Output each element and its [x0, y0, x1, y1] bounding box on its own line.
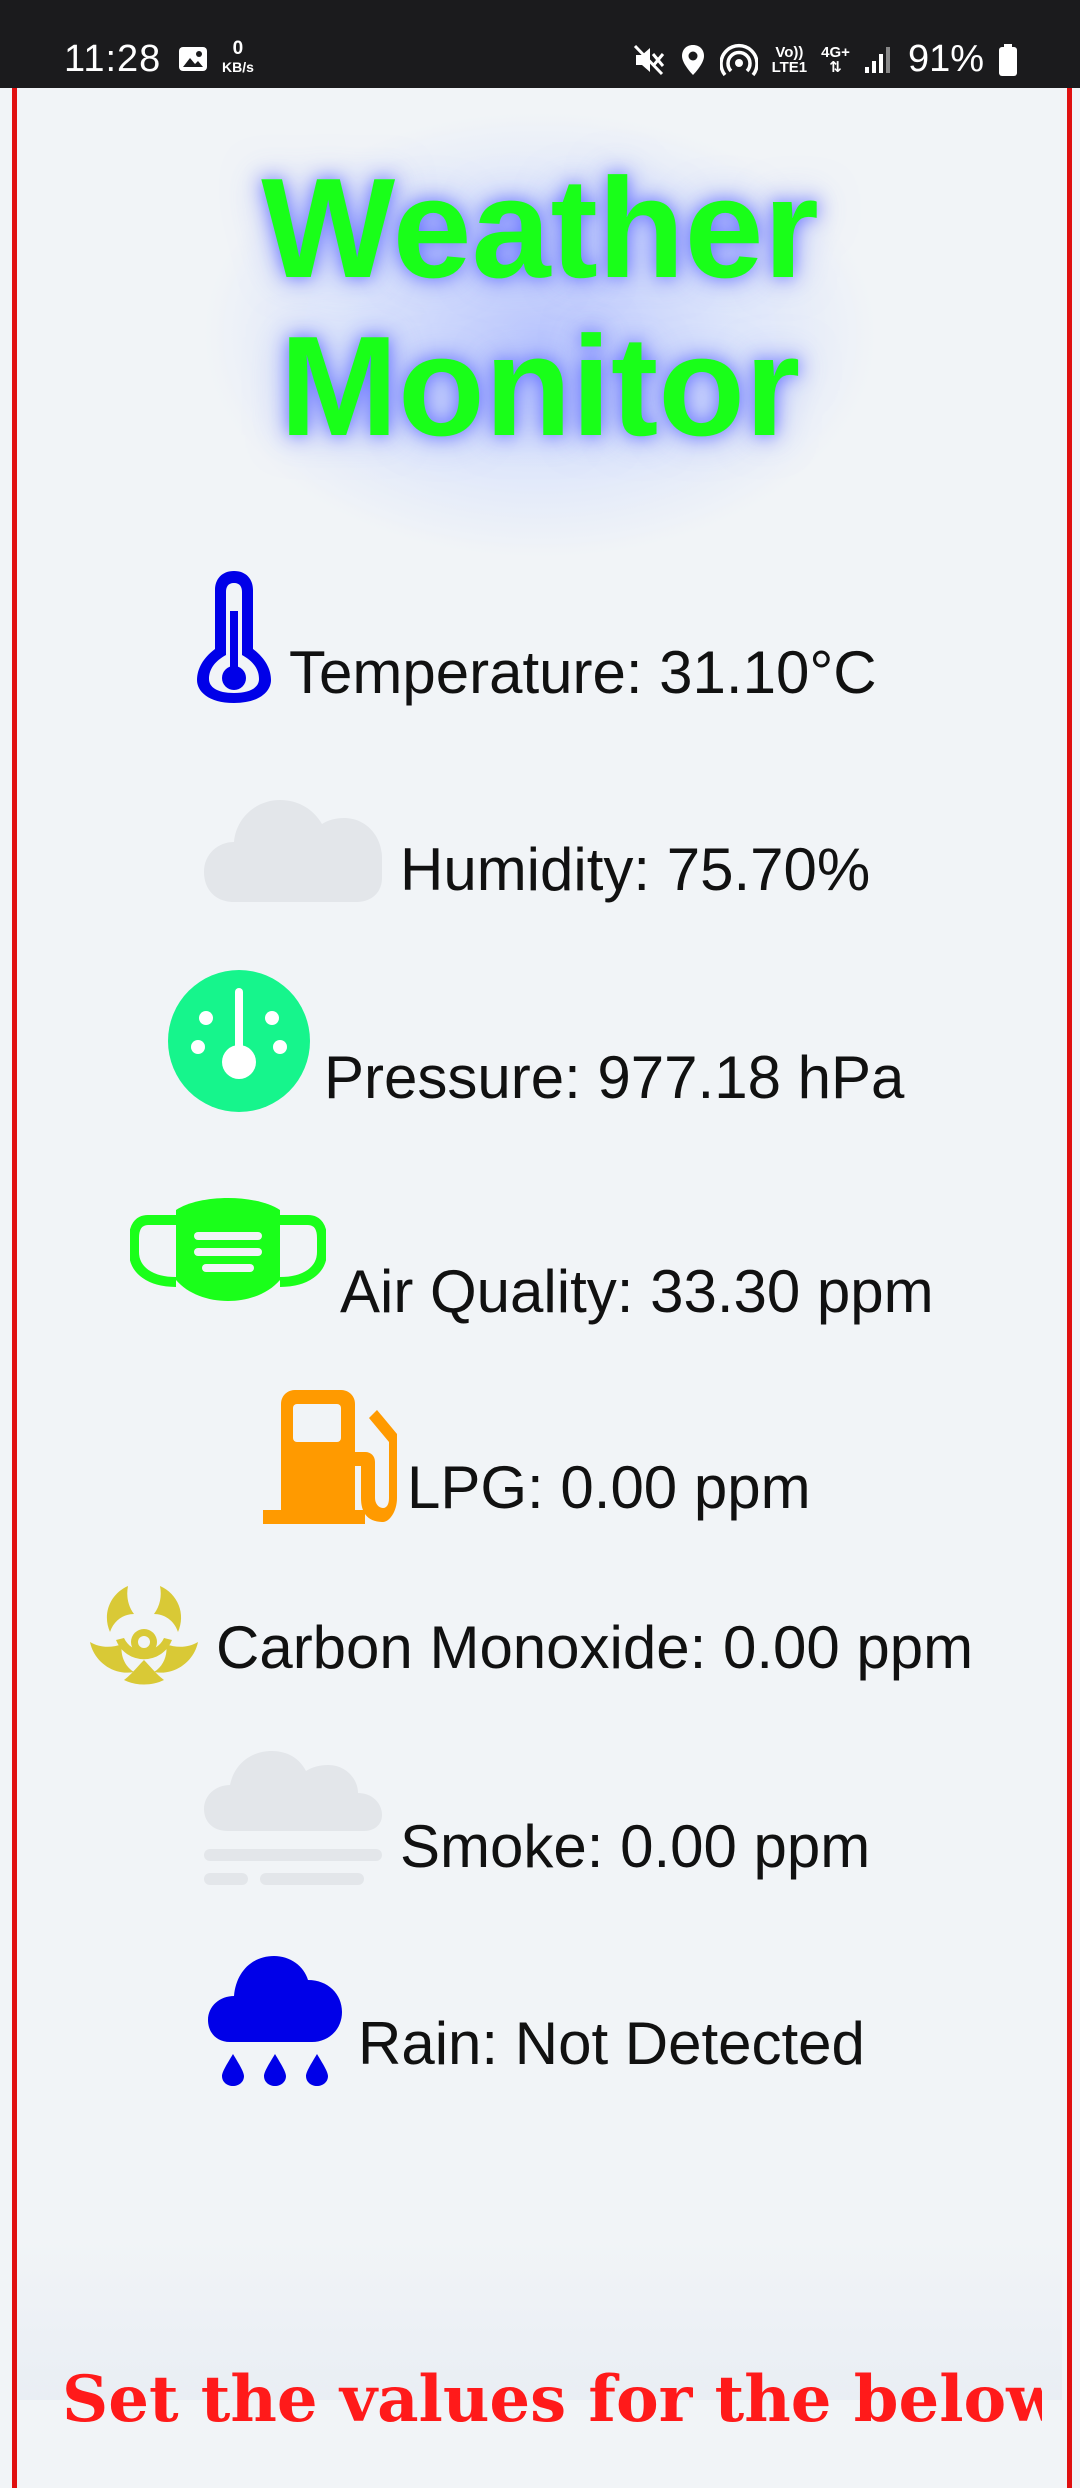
network-speed-value: 0 — [232, 38, 244, 59]
signal-icon — [864, 46, 890, 73]
data-arrows-icon: ⇅ — [829, 58, 842, 76]
title-line-2: Monitor — [279, 307, 801, 466]
rain-cloud-icon — [208, 1956, 342, 2086]
status-right: Vo)) LTE1 4G+ ⇅ 91% — [632, 38, 1018, 81]
carbon-monoxide-label: Carbon Monoxide: 0.00 ppm — [216, 1614, 974, 1681]
title-line-1: Weather — [261, 149, 819, 308]
air-quality-label: Air Quality: 33.30 ppm — [340, 1258, 934, 1325]
thermometer-icon — [197, 571, 271, 703]
smog-icon — [204, 1751, 382, 1885]
humidity-label: Humidity: 75.70% — [400, 836, 871, 903]
location-icon — [681, 44, 704, 75]
reading-temperature: Temperature: 31.10°C — [193, 565, 877, 707]
biohazard-icon — [90, 1586, 198, 1685]
network-speed: 0 KB/s — [222, 38, 254, 76]
mask-icon — [130, 1198, 326, 1301]
battery-icon — [999, 43, 1017, 76]
network-type-label: 4G+ — [821, 43, 850, 61]
reading-humidity: Humidity: 75.70% — [204, 778, 870, 902]
cloud-icon — [204, 800, 382, 902]
volte-indicator: Vo)) LTE1 — [772, 45, 808, 75]
reading-lpg: LPG: 0.00 ppm — [263, 1390, 811, 1524]
network-type: 4G+ ⇅ — [821, 45, 850, 75]
fuel-pump-icon — [263, 1390, 397, 1524]
reading-smoke: Smoke: 0.00 ppm — [204, 1745, 870, 1889]
status-time: 11:28 — [64, 38, 162, 80]
status-bar: 11:28 0 KB/s Vo)) LTE1 4G+ ⇅ 91% — [0, 0, 1080, 88]
rain-label: Rain: Not Detected — [358, 2010, 865, 2077]
reading-rain: Rain: Not Detected — [208, 1950, 865, 2086]
reading-air-quality: Air Quality: 33.30 ppm — [130, 1190, 934, 1322]
hotspot-icon — [719, 43, 758, 76]
lte-label: LTE1 — [771, 58, 808, 76]
mute-icon — [633, 44, 664, 75]
page-title: Weather Monitor — [0, 150, 1080, 466]
gauge-icon — [168, 970, 310, 1112]
volte-label: Vo)) — [775, 43, 804, 61]
pressure-label: Pressure: 977.18 hPa — [324, 1044, 905, 1111]
smoke-label: Smoke: 0.00 ppm — [400, 1813, 871, 1880]
lpg-label: LPG: 0.00 ppm — [407, 1454, 811, 1521]
reading-pressure: Pressure: 977.18 hPa — [168, 970, 904, 1112]
battery-percent: 91% — [907, 38, 984, 80]
gallery-icon — [179, 47, 207, 71]
reading-carbon-monoxide: Carbon Monoxide: 0.00 ppm — [88, 1580, 973, 1686]
temperature-label: Temperature: 31.10°C — [289, 639, 877, 706]
settings-heading: Set the values for the below — [62, 2362, 1042, 2437]
network-speed-unit: KB/s — [222, 59, 254, 75]
